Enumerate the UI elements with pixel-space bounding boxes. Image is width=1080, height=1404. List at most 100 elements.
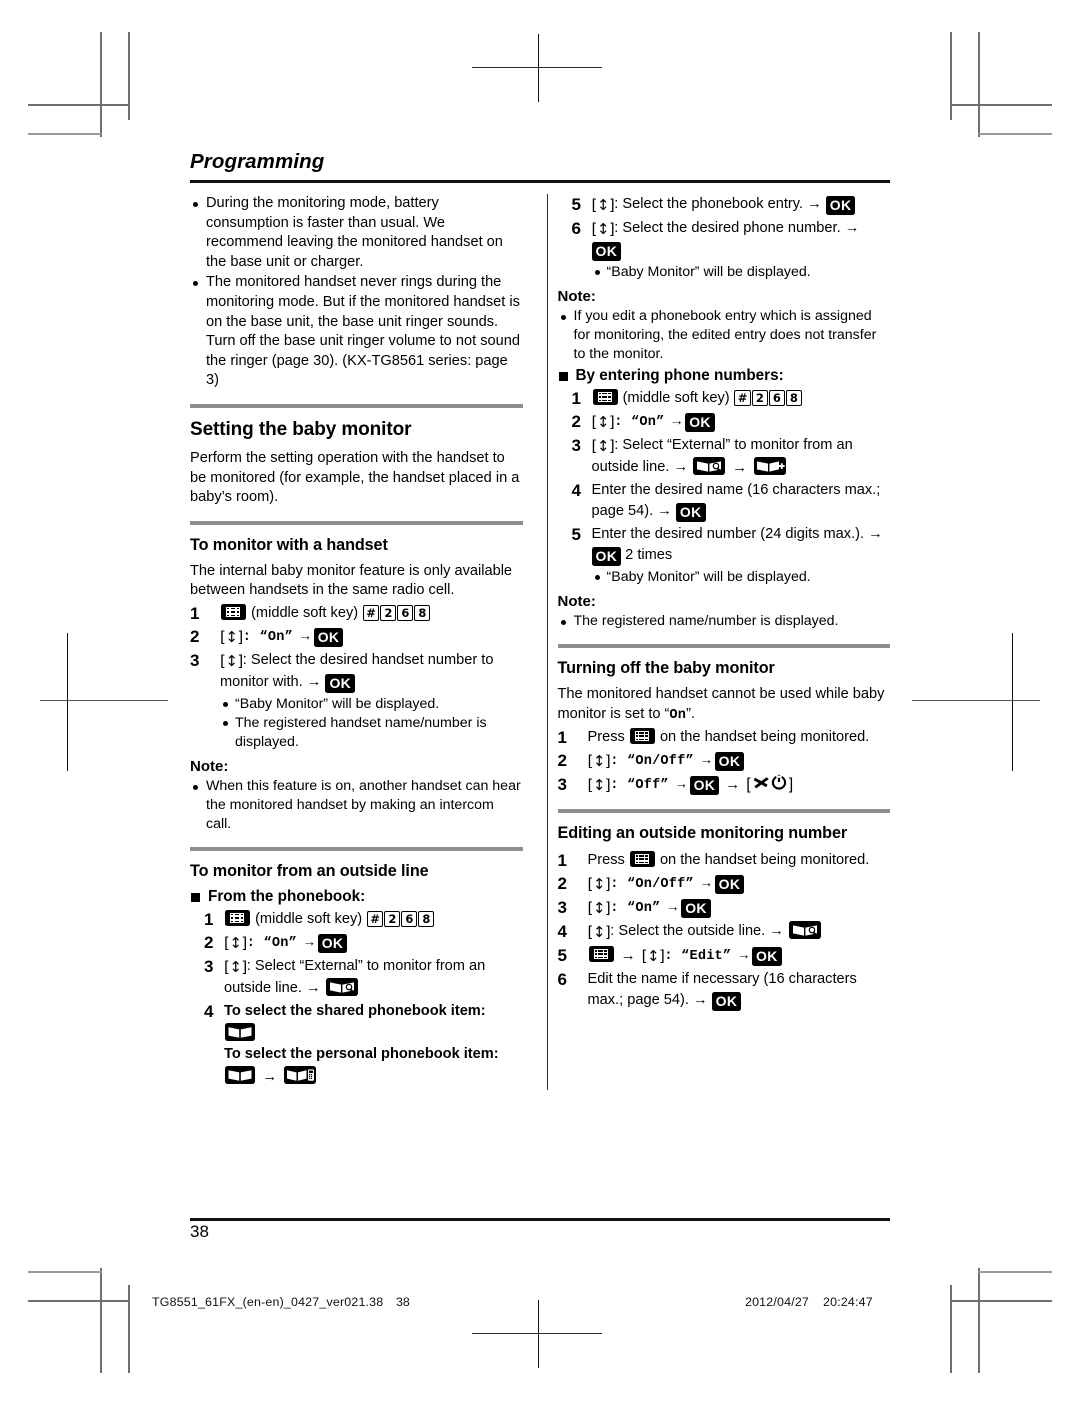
step-icon-row-personal: → xyxy=(224,1065,523,1088)
step-text: : “On/Off” → xyxy=(610,754,711,770)
ok-key-icon: OK xyxy=(714,752,745,772)
navigator-key-icon: [↕] xyxy=(591,220,615,238)
footer-filename: TG8551_61FX_(en-en)_0427_ver021.38 xyxy=(152,1295,384,1309)
note-item: The registered name/number is displayed. xyxy=(558,612,891,631)
steps-continued-phonebook: 5 [↕]: Select the phonebook entry. → OK … xyxy=(558,194,891,284)
step-item: 3 [↕]: Select “External” to monitor from… xyxy=(558,435,891,478)
ok-key-icon: OK xyxy=(752,947,782,967)
chapter-rule xyxy=(190,180,890,183)
step-item: 4 To select the shared phonebook item: T… xyxy=(190,1001,523,1088)
step-text-after: 2 times xyxy=(625,547,673,563)
crop-mark-top-left-h xyxy=(28,104,130,106)
crop-mark-top-right-h2 xyxy=(978,133,1052,135)
section-heading-editing-number: Editing an outside monitoring number xyxy=(557,824,848,843)
ok-key-icon: OK xyxy=(685,413,715,432)
step-text: (middle soft key) xyxy=(255,910,363,927)
step-text-pre: Press xyxy=(587,729,625,746)
crop-mark-bottom-right-h2 xyxy=(978,1271,1052,1273)
step-number: 3 xyxy=(204,956,214,976)
note-label: Note: xyxy=(190,757,229,775)
ok-key-icon: OK xyxy=(313,627,344,647)
phonebook-shared-icon xyxy=(225,1022,255,1041)
soft-key-icon xyxy=(592,389,618,405)
step-text: : “On” → xyxy=(242,629,310,645)
step-item: 5 Enter the desired number (24 digits ma… xyxy=(558,524,891,589)
section-divider-5 xyxy=(557,809,890,814)
section-heading-setting-baby-monitor: Setting the baby monitor xyxy=(190,418,412,440)
step-number: 5 xyxy=(571,525,581,544)
footer-timestamp: 2012/04/27 20:24:47 xyxy=(745,1295,873,1309)
crop-mark-bottom-right-h xyxy=(950,1300,1052,1302)
note-item: If you edit a phonebook entry which is a… xyxy=(558,307,891,364)
phonebook-shared-icon xyxy=(225,1065,255,1084)
step-number: 6 xyxy=(571,219,581,238)
intro-bullet-2: The monitored handset never rings during… xyxy=(190,273,523,391)
registration-mark-top-h xyxy=(472,67,602,69)
step-text: : Select the desired phone number. → xyxy=(614,220,860,236)
step-body: [↕]: Select “External” to monitor from a… xyxy=(592,435,891,478)
step-item: 6 Edit the name if necessary (16 charact… xyxy=(558,969,891,1012)
navigator-key-icon: [↕] xyxy=(224,933,247,952)
footer-date: 2012/04/27 xyxy=(745,1295,810,1309)
dial-key-6: 6 xyxy=(768,390,785,406)
step-number: 3 xyxy=(571,436,581,455)
registration-mark-top-v xyxy=(538,34,540,102)
step-item: 2 [↕]: “On” → OK xyxy=(190,626,523,648)
soft-key-icon xyxy=(629,851,655,868)
step-item: 1 (middle soft key) #2 6 8 xyxy=(190,909,523,930)
step-body: [↕]: “On” → OK xyxy=(588,897,891,919)
registration-mark-left-v xyxy=(67,633,69,771)
step-text: : “Edit” → xyxy=(664,949,748,965)
step-body: (middle soft key) #2 6 8 xyxy=(224,909,523,930)
step-number: 3 xyxy=(190,650,200,670)
step-item: 2 [↕]: “On/Off” → OK xyxy=(558,750,891,772)
step-number: 4 xyxy=(557,922,567,942)
phonebook-outside-icon xyxy=(325,977,358,996)
chapter-title: Programming xyxy=(190,150,325,173)
step-sub-bullets: “Baby Monitor” will be displayed. The re… xyxy=(220,695,523,752)
intro-bullet-list: During the monitoring mode, battery cons… xyxy=(190,194,523,391)
step-text: : “On” → xyxy=(614,415,682,430)
step-item: 1 (middle soft key) #2 6 8 xyxy=(190,603,523,624)
step-body: Press on the handset being monitored. xyxy=(588,727,891,748)
power-off-key-icon xyxy=(752,774,788,791)
step-sub-bullets: “Baby Monitor” will be displayed. xyxy=(592,568,891,587)
step-body: [↕]: “On/Off” → OK xyxy=(588,873,891,895)
phonebook-outside-icon xyxy=(788,921,821,940)
step-item: 2 [↕]: “On/Off” → OK xyxy=(558,873,891,895)
navigator-key-icon: [↕] xyxy=(591,196,615,214)
step-line-personal: To select the personal phonebook item: xyxy=(224,1045,499,1062)
step-sub-bullet: “Baby Monitor” will be displayed. xyxy=(592,263,891,282)
steps-turning-off: 1 Press on the handset being monitored. … xyxy=(558,727,891,796)
ok-key-icon: OK xyxy=(711,992,742,1012)
ok-key-icon: OK xyxy=(675,503,706,522)
step-text: : “On” → xyxy=(610,901,678,917)
bracket-open: [ xyxy=(746,776,751,794)
crop-mark-top-left-h2 xyxy=(28,133,102,135)
intro-text-b: ”. xyxy=(686,705,696,722)
step-number: 1 xyxy=(571,389,581,408)
navigator-key-icon: [↕] xyxy=(587,752,611,771)
note-item: When this feature is on, another handset… xyxy=(190,777,523,834)
step-number: 5 xyxy=(571,195,581,214)
crop-mark-bottom-right-v2 xyxy=(950,1285,952,1373)
dial-key-8: 8 xyxy=(418,910,435,927)
step-body: [↕]: Select the phonebook entry. → OK xyxy=(592,194,891,216)
phonebook-personal-icon xyxy=(284,1065,317,1084)
navigator-key-icon: [↕] xyxy=(591,413,615,431)
step-body: Edit the name if necessary (16 character… xyxy=(588,969,891,1012)
steps-editing-number: 1 Press on the handset being monitored. … xyxy=(557,850,891,1012)
step-line-shared: To select the shared phonebook item: xyxy=(224,1002,486,1019)
crop-mark-top-left-v xyxy=(100,32,102,137)
left-column: During the monitoring mode, battery cons… xyxy=(190,194,537,1090)
step-body: [↕]: Select “External” to monitor from a… xyxy=(224,956,523,999)
navigator-key-icon: [↕] xyxy=(587,776,611,795)
step-sub-bullet: “Baby Monitor” will be displayed. xyxy=(220,695,523,714)
step-body: To select the shared phonebook item: To … xyxy=(224,1001,523,1088)
ok-key-icon: OK xyxy=(689,776,720,796)
navigator-key-icon: [↕] xyxy=(224,957,247,976)
step-number: 5 xyxy=(557,946,567,966)
group-label-from-phonebook: From the phonebook: xyxy=(190,888,523,906)
step-item: 2 [↕]: “On” → OK xyxy=(190,932,523,954)
crop-mark-bottom-left-v xyxy=(100,1268,102,1373)
